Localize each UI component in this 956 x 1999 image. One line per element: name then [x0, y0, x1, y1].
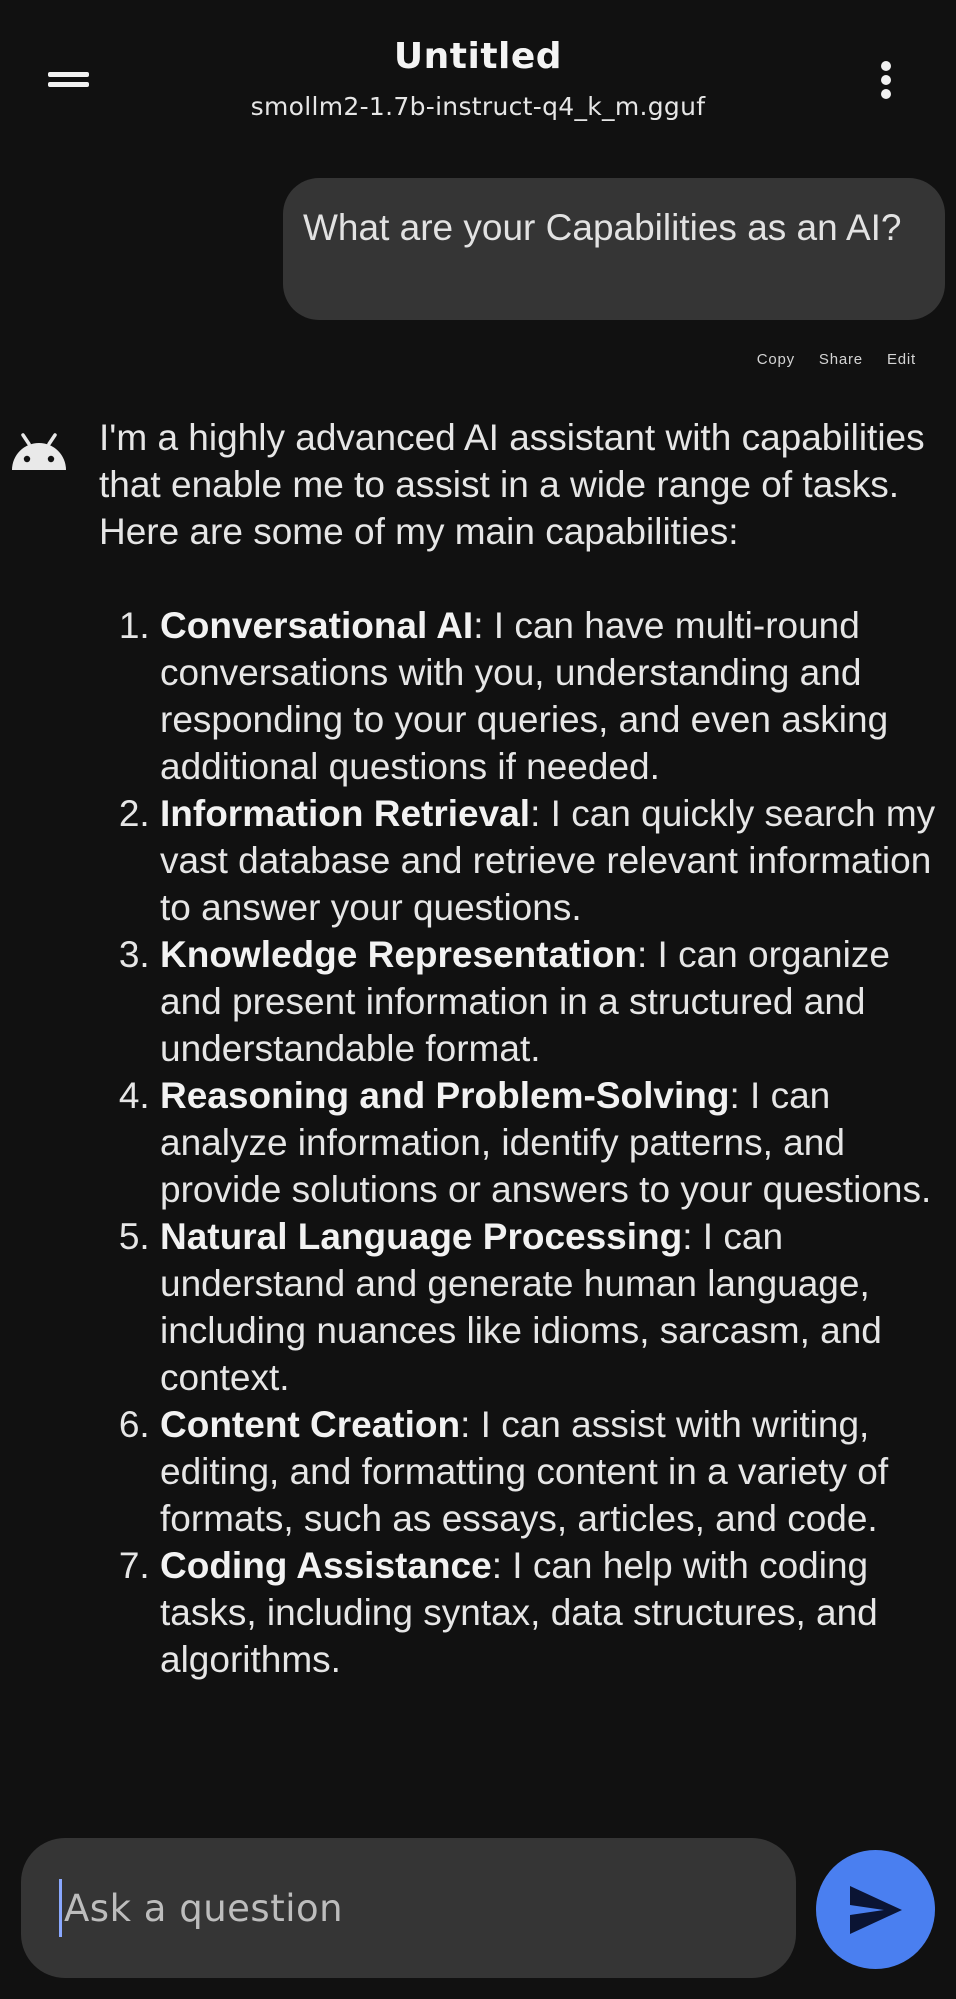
list-item-title: Coding Assistance	[160, 1545, 492, 1586]
list-item-title: Information Retrieval	[160, 793, 531, 834]
list-item: Content Creation: I can assist with writ…	[160, 1401, 939, 1542]
list-item-title: Content Creation	[160, 1404, 461, 1445]
question-input[interactable]	[59, 1879, 796, 1937]
menu-bar-line	[48, 82, 89, 87]
list-item: Information Retrieval: I can quickly sea…	[160, 790, 939, 931]
list-item-title: Reasoning and Problem-Solving	[160, 1075, 730, 1116]
list-item: Natural Language Processing: I can under…	[160, 1213, 939, 1401]
more-dot	[881, 89, 891, 99]
user-message: What are your Capabilities as an AI?	[283, 178, 945, 320]
composer	[21, 1838, 796, 1978]
page-title: Untitled	[393, 36, 563, 77]
assistant-intro: I'm a highly advanced AI assistant with …	[99, 417, 925, 552]
copy-button[interactable]: Copy	[757, 351, 795, 368]
more-vertical-icon[interactable]	[860, 55, 912, 107]
list-item: Coding Assistance: I can help with codin…	[160, 1542, 939, 1683]
share-button[interactable]: Share	[819, 351, 863, 368]
capabilities-list: Conversational AI: I can have multi-roun…	[99, 602, 939, 1683]
list-item: Conversational AI: I can have multi-roun…	[160, 602, 939, 790]
send-icon	[850, 1886, 902, 1934]
more-dot	[881, 75, 891, 85]
list-item: Knowledge Representation: I can organize…	[160, 931, 939, 1072]
android-icon	[10, 432, 68, 472]
app-bar: Untitled smollm2-1.7b-instruct-q4_k_m.gg…	[0, 0, 956, 150]
send-button[interactable]	[816, 1850, 935, 1969]
more-dot	[881, 61, 891, 71]
assistant-message: I'm a highly advanced AI assistant with …	[99, 414, 939, 1683]
list-item-title: Knowledge Representation	[160, 934, 637, 975]
list-item-title: Natural Language Processing	[160, 1216, 683, 1257]
list-item: Reasoning and Problem-Solving: I can ana…	[160, 1072, 939, 1213]
message-actions: Copy Share Edit	[757, 351, 916, 368]
model-name: smollm2-1.7b-instruct-q4_k_m.gguf	[250, 92, 706, 121]
edit-button[interactable]: Edit	[887, 351, 916, 368]
list-item-title: Conversational AI	[160, 605, 474, 646]
